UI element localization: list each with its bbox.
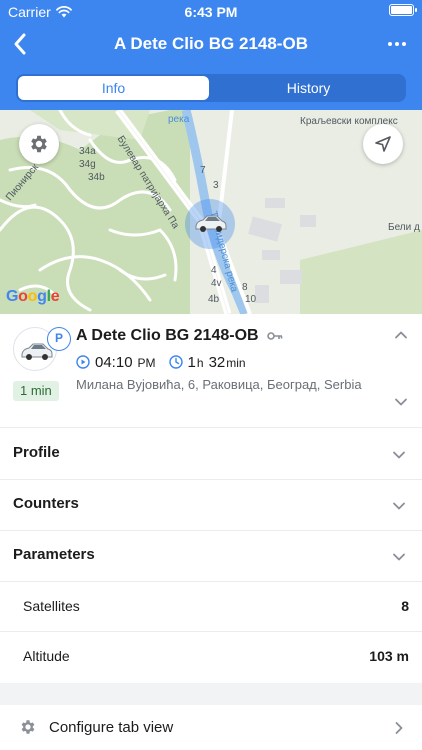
unit-time-row: 04:10 PM 1h 32 min xyxy=(76,353,246,371)
last-update-badge: 1 min xyxy=(13,381,59,401)
duration-minutes: 32 xyxy=(208,354,226,371)
google-logo: Google xyxy=(6,288,60,305)
map-label-8: 8 xyxy=(242,282,248,293)
map-label-4: 4 xyxy=(211,265,217,276)
map-label-beli: Бели д xyxy=(388,222,420,233)
duration-min-unit: min xyxy=(226,356,246,370)
gear-icon xyxy=(31,135,47,153)
parameter-key: Satellites xyxy=(23,598,80,614)
unit-summary[interactable]: P 1 min A Dete Clio BG 2148-OB 04:10 PM … xyxy=(0,314,422,428)
parameter-value: 103 m xyxy=(369,648,409,664)
segmented-control: Info History xyxy=(16,74,406,102)
unit-time-suffix: PM xyxy=(137,356,156,370)
locate-button[interactable] xyxy=(363,124,403,164)
duration-h-unit: h xyxy=(196,356,204,370)
parameter-value: 8 xyxy=(401,598,409,614)
chevron-down-icon xyxy=(393,553,405,561)
map-label-34b: 34b xyxy=(88,172,105,183)
configure-tab-view-row[interactable]: Configure tab view xyxy=(0,705,422,750)
app-header: Carrier 6:43 PM A Dete Clio BG 2148-OB I… xyxy=(0,0,422,110)
map-label-river-short: река xyxy=(168,114,190,125)
more-dots-icon[interactable] xyxy=(386,34,408,54)
unit-address: Милана Вујовића, 6, Раковица, Београд, S… xyxy=(76,377,362,392)
battery-icon xyxy=(389,4,417,16)
map-label-7: 7 xyxy=(200,165,206,176)
map-label-34g: 34g xyxy=(79,159,96,170)
unit-name: A Dete Clio BG 2148-OB xyxy=(76,327,259,344)
chevron-down-icon xyxy=(393,451,405,459)
chevron-left-icon[interactable] xyxy=(8,30,34,58)
chevron-up-icon[interactable] xyxy=(394,328,408,342)
gear-icon xyxy=(21,720,35,734)
map-label-4v: 4v xyxy=(211,278,222,289)
map-label-34a: 34a xyxy=(79,146,96,157)
section-title: Profile xyxy=(13,444,60,461)
parameter-row-satellites: Satellites 8 xyxy=(0,582,422,632)
map-label-4b: 4b xyxy=(208,294,220,305)
map-label-3: 3 xyxy=(213,180,219,191)
chevron-down-icon xyxy=(393,502,405,510)
map-settings-button[interactable] xyxy=(19,124,59,164)
map-label-10: 10 xyxy=(245,294,257,305)
page-title: A Dete Clio BG 2148-OB xyxy=(114,34,308,53)
configure-label: Configure tab view xyxy=(49,719,174,736)
section-title: Counters xyxy=(13,495,79,512)
play-circle-icon xyxy=(76,355,90,369)
tab-info[interactable]: Info xyxy=(18,76,209,100)
section-spacer xyxy=(0,683,422,705)
section-counters[interactable]: Counters xyxy=(0,480,422,530)
location-arrow-icon xyxy=(375,136,391,152)
navigation-bar: A Dete Clio BG 2148-OB xyxy=(0,26,422,62)
parameter-row-altitude: Altitude 103 m xyxy=(0,632,422,682)
car-marker-icon[interactable] xyxy=(193,214,227,234)
chevron-down-icon[interactable] xyxy=(394,395,408,409)
section-profile[interactable]: Profile xyxy=(0,429,422,479)
status-time: 6:43 PM xyxy=(184,4,238,20)
section-parameters[interactable]: Parameters xyxy=(0,531,422,581)
status-bar: Carrier 6:43 PM xyxy=(0,0,422,22)
clock-icon xyxy=(168,355,183,369)
tab-history[interactable]: History xyxy=(213,76,404,100)
duration-hours: 1 xyxy=(187,354,196,371)
section-title: Parameters xyxy=(13,546,95,563)
map-view[interactable]: Булевар патријарха Па река Топчидерска р… xyxy=(0,110,422,314)
unit-name-row: A Dete Clio BG 2148-OB xyxy=(76,327,283,345)
chevron-right-icon xyxy=(395,722,403,734)
parking-badge: P xyxy=(47,327,71,351)
unit-time: 04:10 xyxy=(95,354,133,371)
parameter-key: Altitude xyxy=(23,648,70,664)
key-icon xyxy=(266,332,282,340)
